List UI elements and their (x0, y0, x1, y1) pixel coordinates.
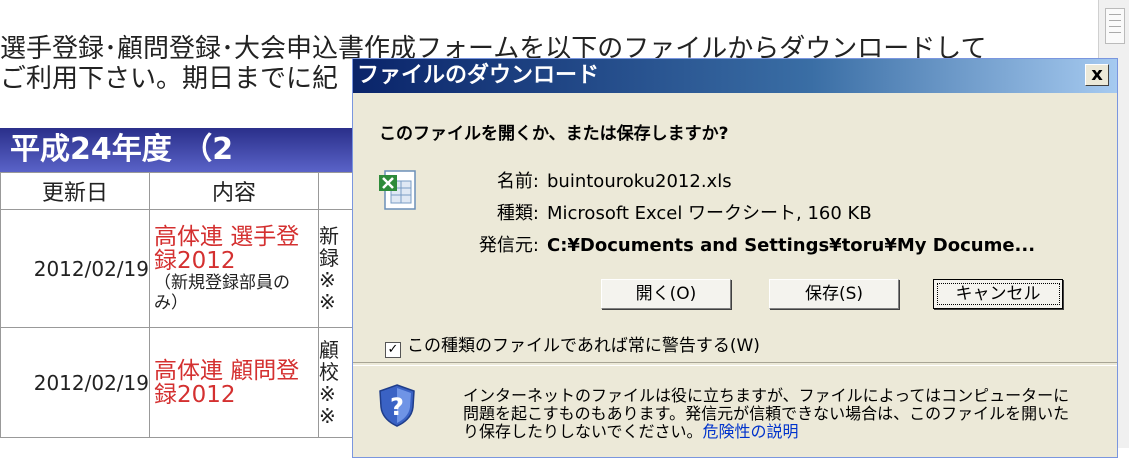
close-icon: x (1091, 64, 1103, 85)
file-name-label: 名前: (496, 171, 539, 192)
row-date: 2012/02/19 (0, 209, 150, 328)
file-source-row: 発信元: C:¥Documents and Settings¥toru¥My Do… (443, 231, 1035, 257)
cancel-button-label: キャンセル (936, 283, 1060, 305)
cancel-button[interactable]: キャンセル (933, 279, 1063, 309)
close-button[interactable]: x (1085, 64, 1109, 86)
security-shield-icon: ? (379, 384, 415, 427)
row-date: 2012/02/19 (0, 327, 150, 438)
file-type-row: 種類: Microsoft Excel ワークシート, 160 KB (443, 199, 872, 225)
player-registration-link[interactable]: 高体連 選手登録2012 (154, 225, 314, 273)
svg-text:?: ? (390, 393, 404, 421)
dialog-title: ファイルのダウンロード (357, 63, 600, 88)
always-warn-row: ✓ この種類のファイルであれば常に警告する(W) (385, 331, 760, 358)
always-warn-label[interactable]: この種類のファイルであれば常に警告する(W) (407, 336, 760, 356)
save-button[interactable]: 保存(S) (769, 279, 899, 309)
header-extra (318, 172, 354, 210)
file-name: buintouroku2012.xls (547, 171, 732, 192)
header-date: 更新日 (0, 172, 150, 210)
advisor-registration-link[interactable]: 高体連 顧問登録2012 (154, 359, 314, 407)
scrollbar-thumb[interactable] (1105, 8, 1125, 44)
risk-explanation-link[interactable]: 危険性の説明 (703, 422, 799, 441)
table-row: 2012/02/19 高体連 顧問登録2012 顧 校 ※ ※ (0, 327, 354, 438)
save-button-label: 保存(S) (804, 284, 864, 304)
row-detail-text: 新 録 ※ ※ (319, 223, 340, 314)
open-button-label: 開く(O) (635, 284, 697, 304)
dialog-separator (353, 362, 1117, 366)
row-detail: 新 録 ※ ※ (318, 209, 354, 328)
open-button[interactable]: 開く(O) (601, 279, 731, 309)
file-type-label: 種類: (496, 203, 539, 224)
file-source: C:¥Documents and Settings¥toru¥My Docume… (547, 235, 1036, 256)
file-download-dialog: ファイルのダウンロード x このファイルを開くか、または保存しますか? 名前: b… (352, 58, 1118, 458)
download-table: 更新日 内容 2012/02/19 高体連 選手登録2012 （新規登録部員のみ… (0, 172, 354, 438)
file-source-label: 発信元: (478, 235, 539, 256)
row-note: （新規登録部員のみ） (154, 272, 290, 313)
row-detail-text: 顧 校 ※ ※ (319, 337, 340, 428)
dialog-titlebar[interactable]: ファイルのダウンロード x (353, 59, 1117, 93)
row-content: 高体連 選手登録2012 （新規登録部員のみ） (149, 209, 319, 328)
always-warn-checkbox[interactable]: ✓ (385, 342, 401, 358)
table-header-row: 更新日 内容 (0, 172, 354, 210)
row-detail: 顧 校 ※ ※ (318, 327, 354, 438)
file-type: Microsoft Excel ワークシート, 160 KB (547, 203, 872, 224)
dialog-question: このファイルを開くか、または保存しますか? (379, 124, 729, 144)
file-name-row: 名前: buintouroku2012.xls (443, 167, 732, 193)
table-row: 2012/02/19 高体連 選手登録2012 （新規登録部員のみ） 新 録 ※… (0, 209, 354, 328)
section-title: 平成24年度 （2 (0, 128, 352, 172)
excel-file-icon (379, 170, 416, 210)
security-warning: インターネットのファイルは役に立ちますが、ファイルによってはコンピューターに問題… (463, 387, 1073, 441)
header-content: 内容 (149, 172, 319, 210)
row-content: 高体連 顧問登録2012 (149, 327, 319, 438)
